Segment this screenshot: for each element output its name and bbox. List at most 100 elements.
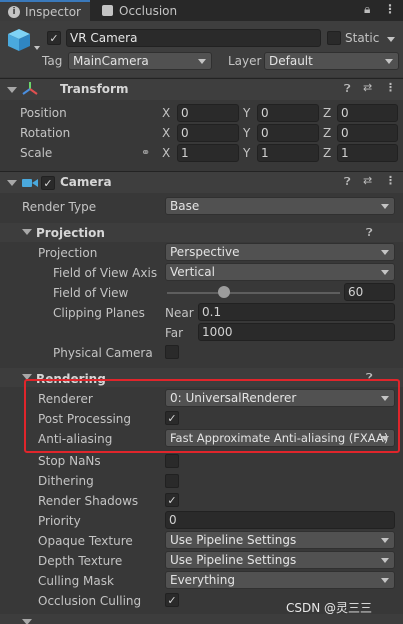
opaque-texture-label: Opaque Texture [38,534,133,548]
field-value: 0 [261,126,269,140]
field-value: 0 [341,126,349,140]
render-type-label: Render Type [22,200,97,214]
chevron-down-icon [381,270,389,275]
depth-texture-dropdown[interactable]: Use Pipeline Settings [165,551,395,569]
opaque-texture-dropdown[interactable]: Use Pipeline Settings [165,531,395,549]
occlusion-culling-checkbox[interactable]: ✓ [165,593,179,607]
fov-axis-dropdown[interactable]: Vertical [165,263,395,281]
projection-value: Perspective [170,245,240,259]
render-shadows-label: Render Shadows [38,494,139,508]
preset-icon[interactable]: ⇄ [363,174,372,187]
active-checkbox[interactable]: ✓ [47,31,61,45]
depth-texture-value: Use Pipeline Settings [170,553,297,567]
foldout-arrow-icon[interactable] [22,619,32,624]
occlusion-culling-label: Occlusion Culling [38,594,142,608]
layer-dropdown[interactable]: Default [264,52,399,70]
chevron-down-icon [381,250,389,255]
foldout-arrow-icon[interactable] [7,180,17,186]
culling-mask-dropdown[interactable]: Everything [165,571,395,589]
transform-scale-z-field[interactable]: 1 [337,144,398,162]
layer-value: Default [269,54,313,68]
tab-occlusion[interactable]: Occlusion [98,0,198,21]
tag-value: MainCamera [73,54,149,68]
camera-enabled-checkbox[interactable]: ✓ [41,176,55,190]
projection-dropdown[interactable]: Perspective [165,243,395,261]
transform-position-y-field[interactable]: 0 [257,104,319,122]
lock-icon[interactable]: 🔒︎ [364,2,370,17]
name-field-value: VR Camera [70,31,138,45]
highlight-box [24,379,400,453]
far-field[interactable]: 1000 [198,323,395,341]
tag-label: Tag [42,54,63,68]
far-label: Far [165,326,184,340]
static-dropdown-arrow-icon[interactable] [387,37,395,42]
axis-label-z[interactable]: Z [323,126,331,140]
chevron-down-icon [381,204,389,209]
help-icon[interactable]: ❓︎ [344,82,351,96]
tag-dropdown[interactable]: MainCamera [68,52,212,70]
fov-field[interactable]: 60 [344,283,395,301]
transform-title: Transform [60,82,129,96]
chevron-down-icon [198,59,206,64]
field-value: 0 [181,106,189,120]
axis-label-z[interactable]: Z [323,146,331,160]
dithering-checkbox[interactable] [165,474,179,488]
fov-slider-track[interactable] [167,292,340,294]
kebab-menu-icon[interactable]: ⋮ [385,174,396,187]
tab-label: Inspector [25,4,81,19]
transform-position-z-field[interactable]: 0 [337,104,398,122]
transform-rotation-x-field[interactable]: 0 [177,124,239,142]
kebab-menu-icon[interactable]: ⋮ [385,81,396,94]
transform-icon [22,81,38,97]
physical-camera-checkbox[interactable] [165,345,179,359]
clipping-planes-label: Clipping Planes [53,306,145,320]
render-shadows-checkbox[interactable]: ✓ [165,493,179,507]
field-value: 1 [341,146,349,160]
transform-row-label: Scale [20,146,53,160]
chevron-down-icon [381,558,389,563]
name-field[interactable]: VR Camera [66,29,321,47]
stop-nans-checkbox[interactable] [165,454,179,468]
axis-label-x[interactable]: X [162,126,170,140]
axis-label-x[interactable]: X [162,106,170,120]
transform-position-x-field[interactable]: 0 [177,104,239,122]
tab-inspector[interactable]: i Inspector [0,0,90,21]
kebab-menu-icon[interactable]: ⋮ [384,2,396,16]
render-type-dropdown[interactable]: Base [165,197,395,215]
preset-icon[interactable]: ⇄ [363,81,372,94]
opaque-texture-value: Use Pipeline Settings [170,533,297,547]
projection-section-title: Projection [36,226,105,240]
help-icon[interactable]: ❓︎ [366,226,373,240]
transform-rotation-z-field[interactable]: 0 [337,124,398,142]
fov-value: 60 [348,285,364,299]
transform-scale-x-field[interactable]: 1 [177,144,239,162]
foldout-arrow-icon[interactable] [22,229,32,235]
constrain-proportions-icon[interactable]: ⚭ [141,146,150,159]
priority-label: Priority [38,514,81,528]
transform-scale-y-field[interactable]: 1 [257,144,319,162]
axis-label-z[interactable]: Z [323,106,331,120]
priority-value: 0 [169,513,177,527]
object-menu-arrow-icon[interactable] [34,46,40,50]
camera-icon [22,177,38,189]
depth-texture-label: Depth Texture [38,554,123,568]
projection-label: Projection [38,246,98,260]
near-value: 0.1 [202,305,222,319]
field-value: 0 [261,106,269,120]
transform-rotation-y-field[interactable]: 0 [257,124,319,142]
culling-mask-label: Culling Mask [38,574,114,588]
help-icon[interactable]: ❓︎ [344,175,351,189]
axis-label-y[interactable]: Y [243,126,250,140]
stop-nans-label: Stop NaNs [38,454,101,468]
static-checkbox[interactable] [327,31,341,45]
axis-label-y[interactable]: Y [243,146,250,160]
near-field[interactable]: 0.1 [198,303,395,321]
fov-slider-thumb[interactable] [218,286,231,298]
fov-axis-value: Vertical [170,265,215,279]
axis-label-y[interactable]: Y [243,106,250,120]
foldout-arrow-icon[interactable] [7,87,17,93]
axis-label-x[interactable]: X [162,146,170,160]
static-label: Static [345,31,380,45]
chevron-down-icon [385,59,393,64]
priority-field[interactable]: 0 [165,511,395,529]
